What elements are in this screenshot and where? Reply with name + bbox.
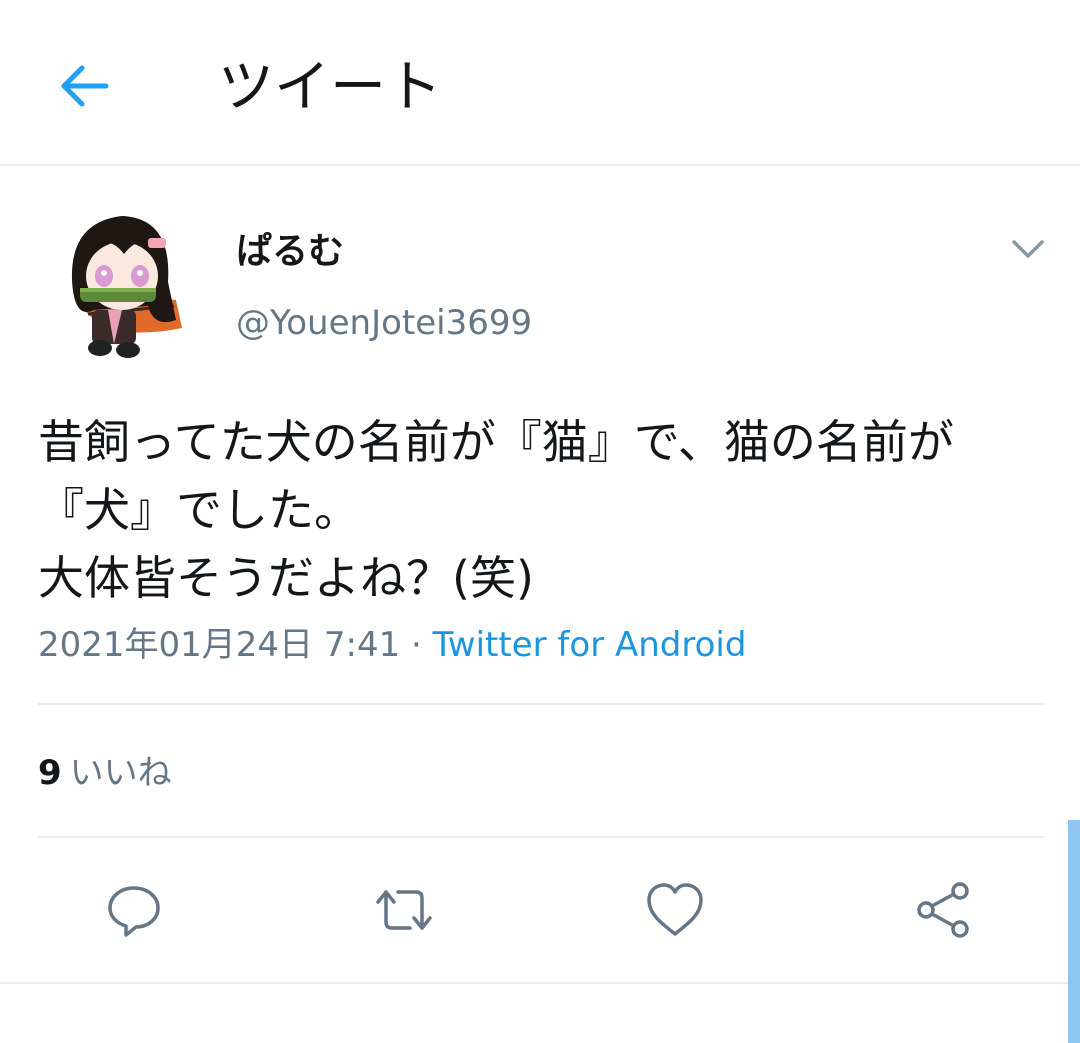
divider — [38, 836, 1044, 838]
back-button[interactable] — [54, 56, 114, 116]
tweet-timestamp[interactable]: 2021年01月24日 7:41 — [38, 625, 400, 665]
heart-icon — [647, 883, 703, 936]
display-name[interactable]: ぱるむ — [236, 228, 344, 276]
tweet-menu-button[interactable] — [1008, 230, 1048, 270]
likes-count: 9 — [38, 753, 62, 793]
divider — [0, 982, 1080, 984]
share-icon — [917, 882, 969, 938]
retweet-button[interactable] — [372, 878, 436, 942]
top-bar: ツイート — [0, 0, 1080, 166]
tweet-text-line: 『犬』でした。 — [38, 483, 360, 537]
chevron-down-icon — [1012, 240, 1044, 258]
avatar[interactable] — [64, 210, 186, 360]
likes-stat[interactable]: 9 いいね — [38, 750, 172, 796]
share-button[interactable] — [912, 878, 976, 942]
user-handle[interactable]: @YouenJotei3699 — [236, 300, 532, 346]
tweet-text-line: 大体皆そうだよね？(笑) — [38, 551, 534, 605]
retweet-icon — [376, 890, 432, 930]
scrollbar[interactable] — [1068, 820, 1080, 1043]
tweet-source-link[interactable]: Twitter for Android — [433, 625, 747, 665]
tweet-text-line: 昔飼ってた犬の名前が『猫』で、猫の名前が — [38, 415, 954, 469]
reply-icon — [108, 886, 160, 937]
divider — [38, 703, 1044, 705]
back-arrow-icon — [61, 65, 109, 107]
tweet-text: 昔飼ってた犬の名前が『猫』で、猫の名前が 『犬』でした。 大体皆そうだよね？(笑… — [38, 408, 1058, 612]
meta-separator: · — [400, 625, 433, 665]
likes-label: いいね — [69, 753, 172, 793]
tweet-meta: 2021年01月24日 7:41 · Twitter for Android — [38, 622, 746, 668]
page-title: ツイート — [218, 55, 442, 120]
reply-button[interactable] — [102, 878, 166, 942]
like-button[interactable] — [643, 878, 707, 942]
